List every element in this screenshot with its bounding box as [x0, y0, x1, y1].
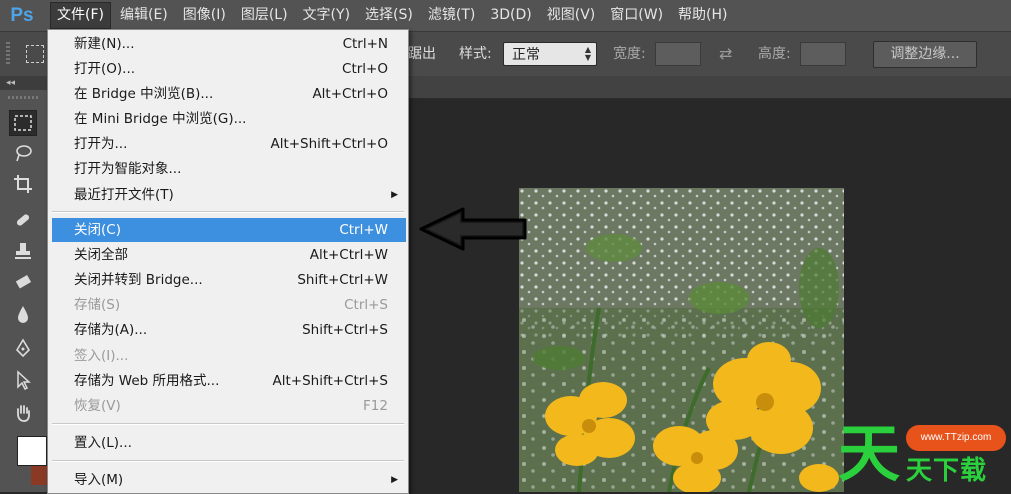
- healing-brush-icon[interactable]: [9, 207, 37, 233]
- marquee-preset-icon[interactable]: [26, 45, 44, 63]
- annotation-arrow-icon: [418, 206, 530, 256]
- menu-item-label: 关闭并转到 Bridge...: [74, 272, 203, 288]
- menu-item-label: 关闭(C): [74, 222, 121, 238]
- watermark-url: www.TTzip.com: [906, 425, 1006, 451]
- menu-separator: [52, 460, 404, 462]
- menu-3d[interactable]: 3D(D): [484, 3, 537, 28]
- menu-item-shortcut: Alt+Shift+Ctrl+O: [270, 136, 388, 152]
- menu-select[interactable]: 选择(S): [359, 3, 419, 28]
- watermark-big-char: 天: [838, 417, 901, 490]
- menu-item-browse-in-bridge[interactable]: 在 Bridge 中浏览(B)... Alt+Ctrl+O: [52, 82, 406, 106]
- menu-item-label: 恢复(V): [74, 398, 121, 414]
- menu-item-save-for-web[interactable]: 存储为 Web 所用格式... Alt+Shift+Ctrl+S: [52, 369, 406, 393]
- menu-item-shortcut: Shift+Ctrl+W: [297, 272, 388, 288]
- menu-item-shortcut: Shift+Ctrl+S: [302, 322, 388, 338]
- path-select-icon[interactable]: [9, 367, 37, 393]
- menu-item-revert: 恢复(V) F12: [52, 394, 406, 418]
- style-label: 样式:: [459, 46, 492, 62]
- stamp-icon[interactable]: [9, 238, 37, 264]
- menu-item-label: 存储为 Web 所用格式...: [74, 373, 220, 389]
- menu-item-open[interactable]: 打开(O)... Ctrl+O: [52, 57, 406, 81]
- menu-item-label: 置入(L)...: [74, 435, 132, 451]
- swap-dimensions-icon[interactable]: ⇄: [719, 32, 732, 76]
- menu-separator: [52, 423, 404, 425]
- menu-item-label: 在 Bridge 中浏览(B)...: [74, 86, 214, 102]
- photoshop-logo: Ps: [10, 4, 34, 26]
- document-image[interactable]: [519, 188, 844, 492]
- style-select-value: 正常: [512, 47, 540, 63]
- file-menu-dropdown: 新建(N)... Ctrl+N 打开(O)... Ctrl+O 在 Bridge…: [47, 29, 409, 494]
- menu-item-open-recent[interactable]: 最近打开文件(T) ▶: [52, 183, 406, 207]
- menu-item-close-all[interactable]: 关闭全部 Alt+Ctrl+W: [52, 243, 406, 267]
- watermark-text: 天下载: [906, 456, 988, 486]
- menu-file[interactable]: 文件(F): [50, 2, 111, 29]
- select-arrows-icon: ▲ ▼: [584, 45, 591, 62]
- menu-window[interactable]: 窗口(W): [604, 3, 669, 28]
- menu-item-label: 打开(O)...: [74, 61, 136, 77]
- menu-bar: Ps 文件(F) 编辑(E) 图像(I) 图层(L) 文字(Y) 选择(S) 滤…: [0, 0, 1011, 31]
- menu-item-close[interactable]: 关闭(C) Ctrl+W: [52, 218, 406, 242]
- submenu-arrow-icon: ▶: [391, 190, 398, 200]
- menu-item-shortcut: Alt+Ctrl+O: [312, 86, 388, 102]
- menu-item-label: 关闭全部: [74, 247, 128, 263]
- hand-icon[interactable]: [9, 400, 37, 426]
- menu-image[interactable]: 图像(I): [177, 3, 232, 28]
- tools-grip[interactable]: [8, 96, 40, 99]
- menu-item-shortcut: Alt+Shift+Ctrl+S: [272, 373, 389, 389]
- menu-item-shortcut: Ctrl+S: [344, 297, 388, 313]
- menu-item-browse-in-mini-bridge[interactable]: 在 Mini Bridge 中浏览(G)...: [52, 107, 406, 131]
- menu-separator: [52, 211, 404, 213]
- menu-item-label: 签入(I)...: [74, 348, 129, 364]
- eraser-icon[interactable]: [9, 269, 37, 295]
- menu-item-shortcut: Ctrl+O: [342, 61, 388, 77]
- marquee-icon[interactable]: [9, 110, 37, 136]
- tools-panel: ◂◂: [0, 76, 49, 492]
- style-select[interactable]: 正常 ▲ ▼: [503, 42, 597, 66]
- width-label: 宽度:: [613, 46, 646, 62]
- menu-help[interactable]: 帮助(H): [672, 3, 733, 28]
- menu-filter[interactable]: 滤镜(T): [422, 3, 481, 28]
- menu-item-open-as-smart-object[interactable]: 打开为智能对象...: [52, 157, 406, 181]
- lasso-icon[interactable]: [9, 140, 37, 166]
- menu-item-shortcut: Alt+Ctrl+W: [309, 247, 388, 263]
- menu-item-close-and-go-to-bridge[interactable]: 关闭并转到 Bridge... Shift+Ctrl+W: [52, 268, 406, 292]
- options-grip[interactable]: [6, 42, 10, 66]
- menu-item-label: 存储为(A)...: [74, 322, 148, 338]
- menu-item-shortcut: Ctrl+W: [339, 222, 388, 238]
- menu-view[interactable]: 视图(V): [541, 3, 602, 28]
- menu-item-check-in: 签入(I)...: [52, 344, 406, 368]
- watermark-logo: 天 www.TTzip.com 天下载: [838, 416, 1011, 492]
- submenu-arrow-icon: ▶: [391, 475, 398, 485]
- partial-option-label: 踞出: [408, 46, 436, 62]
- menu-item-save-as[interactable]: 存储为(A)... Shift+Ctrl+S: [52, 318, 406, 342]
- crop-icon[interactable]: [9, 171, 37, 197]
- menu-item-label: 新建(N)...: [74, 36, 135, 52]
- menu-item-new[interactable]: 新建(N)... Ctrl+N: [52, 32, 406, 56]
- menu-item-label: 打开为智能对象...: [74, 161, 182, 177]
- menu-layer[interactable]: 图层(L): [235, 3, 294, 28]
- pen-icon[interactable]: [9, 335, 37, 361]
- menu-item-save: 存储(S) Ctrl+S: [52, 293, 406, 317]
- height-label: 高度:: [758, 46, 791, 62]
- menu-item-label: 存储(S): [74, 297, 121, 313]
- refine-edge-button[interactable]: 调整边缘...: [873, 41, 977, 68]
- flower-photo: [519, 188, 844, 492]
- menu-type[interactable]: 文字(Y): [297, 3, 356, 28]
- height-input[interactable]: [800, 42, 846, 66]
- menu-item-label: 打开为...: [74, 136, 128, 152]
- menu-item-shortcut: F12: [363, 398, 388, 414]
- menu-item-shortcut: Ctrl+N: [342, 36, 388, 52]
- blur-icon[interactable]: [9, 301, 37, 327]
- menu-edit[interactable]: 编辑(E): [114, 3, 174, 28]
- menu-item-label: 导入(M): [74, 472, 124, 488]
- menu-item-place[interactable]: 置入(L)...: [52, 431, 406, 455]
- menu-item-open-as[interactable]: 打开为... Alt+Shift+Ctrl+O: [52, 132, 406, 156]
- menu-item-import[interactable]: 导入(M) ▶: [52, 468, 406, 492]
- width-input[interactable]: [655, 42, 701, 66]
- menu-item-label: 最近打开文件(T): [74, 187, 174, 203]
- foreground-color-swatch[interactable]: [17, 436, 47, 466]
- menu-item-label: 在 Mini Bridge 中浏览(G)...: [74, 111, 247, 127]
- tools-collapse-button[interactable]: ◂◂: [0, 76, 48, 90]
